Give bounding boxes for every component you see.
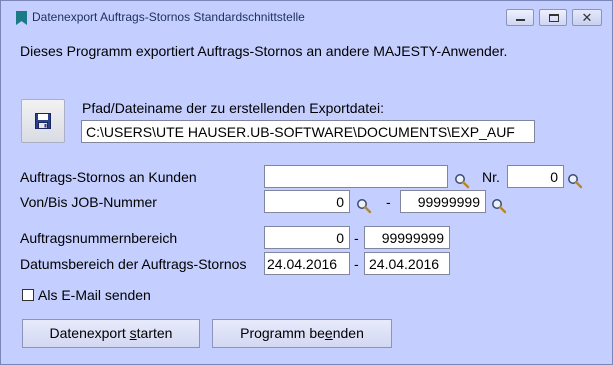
exit-program-label-b: nden xyxy=(332,325,364,341)
close-icon: ✕ xyxy=(581,10,593,25)
order-range-label: Auftragsnummernbereich xyxy=(20,230,178,246)
date-range-from-input[interactable]: 24.04.2016 xyxy=(264,252,350,275)
job-to-input[interactable]: 99999999 xyxy=(400,190,486,213)
maximize-button[interactable] xyxy=(539,9,567,26)
customer-search-icon[interactable] xyxy=(454,173,470,189)
customer-label: Auftrags-Stornos an Kunden xyxy=(20,169,197,185)
start-export-label-a: Datenexport xyxy=(49,325,130,341)
intro-text: Dieses Programm exportiert Auftrags-Stor… xyxy=(20,43,508,59)
exit-program-label-mnemonic: e xyxy=(324,325,333,341)
job-separator: - xyxy=(386,194,391,210)
floppy-disk-icon xyxy=(35,113,51,129)
order-range-separator: - xyxy=(354,230,359,246)
customer-nr-label: Nr. xyxy=(482,169,500,185)
email-checkbox[interactable] xyxy=(22,289,34,301)
customer-input[interactable] xyxy=(264,165,448,188)
job-to-search-icon[interactable] xyxy=(491,198,507,214)
close-button[interactable]: ✕ xyxy=(572,9,602,26)
export-dialog-window: Datenexport Auftrags-Stornos Standardsch… xyxy=(0,0,613,365)
job-from-input[interactable]: 0 xyxy=(264,190,350,213)
maximize-icon xyxy=(549,14,559,22)
customer-nr-input[interactable]: 0 xyxy=(507,165,564,188)
job-from-search-icon[interactable] xyxy=(356,198,372,214)
order-range-from-input[interactable]: 0 xyxy=(264,226,350,249)
window-title: Datenexport Auftrags-Stornos Standardsch… xyxy=(32,10,305,24)
date-range-separator: - xyxy=(354,256,359,272)
date-range-label: Datumsbereich der Auftrags-Stornos xyxy=(20,256,247,272)
exit-program-label-a: Programm be xyxy=(240,325,325,341)
start-export-label-mnemonic: s xyxy=(129,325,137,341)
job-label: Von/Bis JOB-Nummer xyxy=(20,194,157,210)
minimize-button[interactable] xyxy=(506,9,534,26)
email-checkbox-label[interactable]: Als E-Mail senden xyxy=(38,287,151,303)
date-range-to-input[interactable]: 24.04.2016 xyxy=(364,252,450,275)
bookmark-icon xyxy=(16,11,27,25)
export-file-label: Pfad/Dateiname der zu erstellenden Expor… xyxy=(82,100,384,116)
customer-nr-search-icon[interactable] xyxy=(567,173,583,189)
start-export-button[interactable]: Datenexport starten xyxy=(22,319,200,348)
exit-program-button[interactable]: Programm beenden xyxy=(212,319,392,348)
order-range-to-input[interactable]: 99999999 xyxy=(364,226,450,249)
start-export-label-b: tarten xyxy=(136,325,173,341)
export-file-path-input[interactable]: C:\USERS\UTE HAUSER.UB-SOFTWARE\DOCUMENT… xyxy=(81,120,535,143)
minimize-icon xyxy=(516,19,525,21)
title-bar[interactable]: Datenexport Auftrags-Stornos Standardsch… xyxy=(1,1,612,33)
choose-file-button[interactable] xyxy=(21,99,65,143)
